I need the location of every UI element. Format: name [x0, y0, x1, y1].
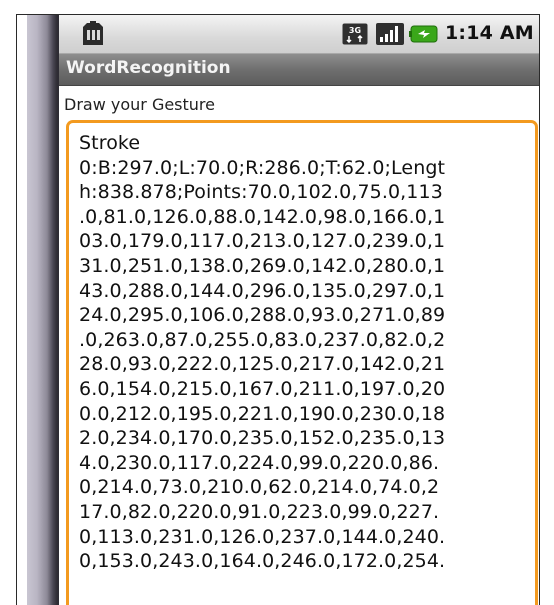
network-type-label: 3G [349, 26, 361, 35]
device-frame: 3G 1:14 AM WordRecognition Draw your Ges… [16, 14, 540, 605]
device-bezel [17, 15, 59, 605]
gesture-prompt: Draw your Gesture [64, 95, 215, 114]
status-clock: 1:14 AM [445, 22, 534, 44]
stroke-output-box[interactable]: Stroke 0:B:297.0;L:70.0;R:286.0;T:62.0;L… [66, 120, 538, 605]
phone-screen: 3G 1:14 AM WordRecognition Draw your Ges… [59, 15, 539, 605]
status-bar: 3G 1:14 AM [59, 15, 539, 54]
sim-card-icon [81, 21, 105, 51]
3g-icon: 3G [342, 23, 368, 49]
app-title: WordRecognition [66, 58, 231, 78]
battery-icon [409, 25, 439, 47]
app-title-bar: WordRecognition [59, 54, 539, 86]
signal-icon [376, 23, 404, 49]
stroke-data-text: Stroke 0:B:297.0;L:70.0;R:286.0;T:62.0;L… [79, 132, 446, 573]
